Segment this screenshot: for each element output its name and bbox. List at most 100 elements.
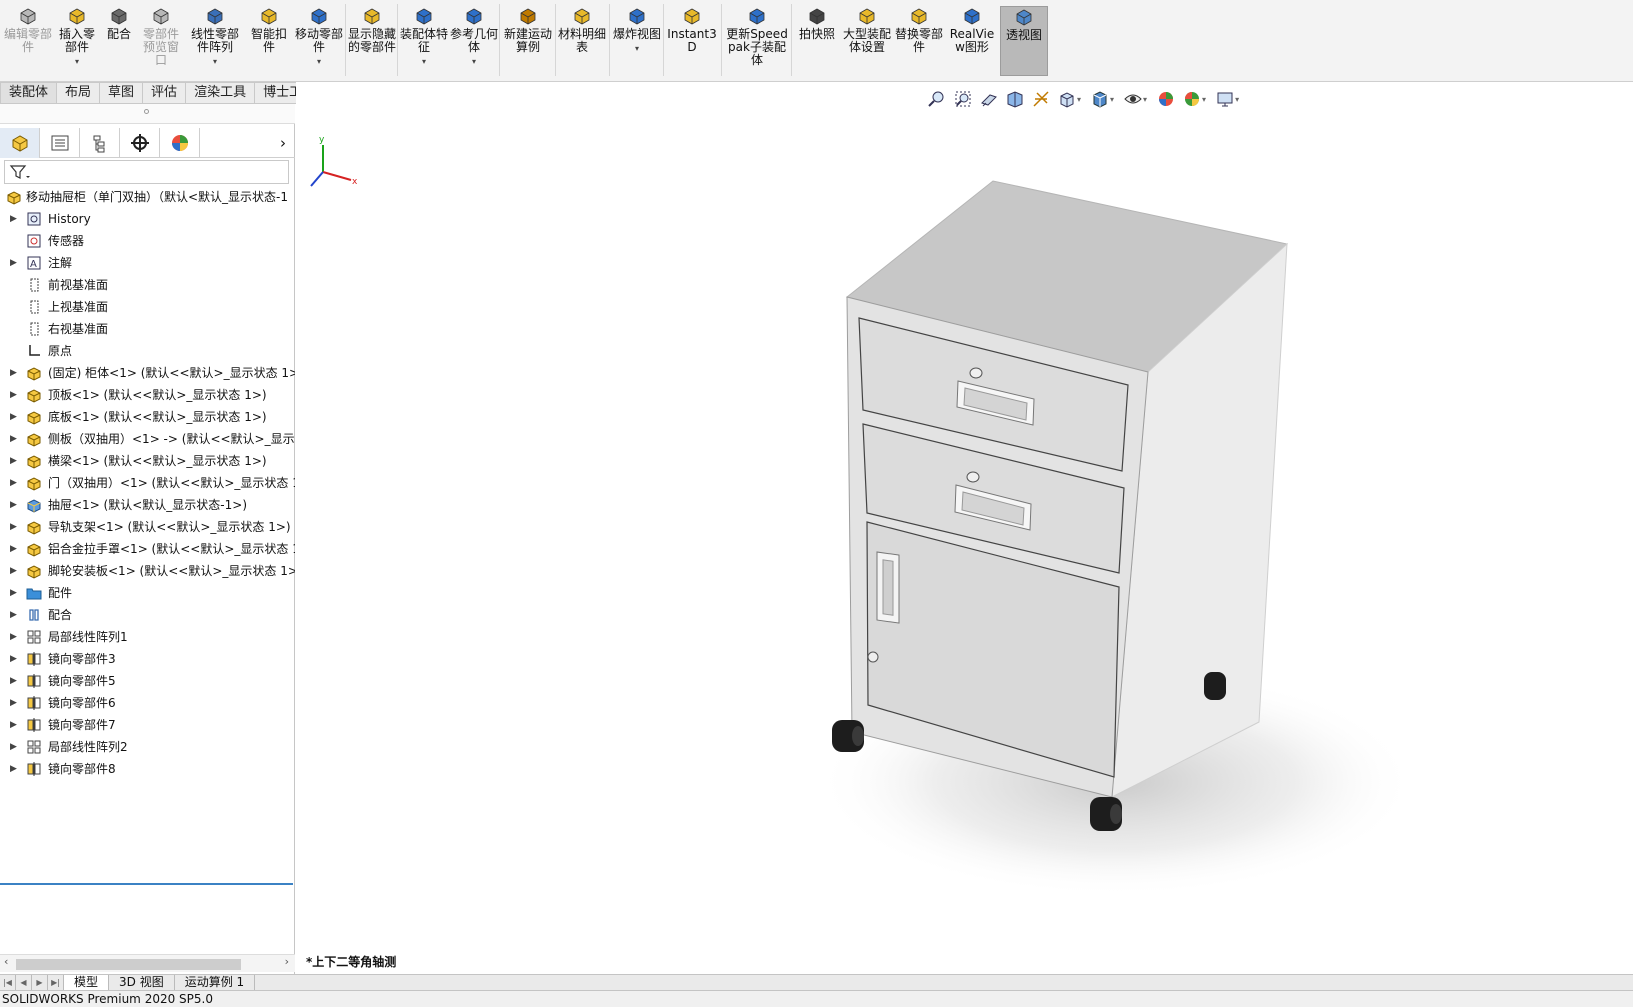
tree-item[interactable]: ▶ 顶板<1> (默认<<默认>_显示状态 1>) (0, 384, 295, 406)
tree-item[interactable]: ▶ (固定) 柜体<1> (默认<<默认>_显示状态 1>) (0, 362, 295, 384)
expand-arrow-icon[interactable]: ▶ (10, 714, 17, 736)
tree-item[interactable]: ▶ 镜向零部件8 (0, 758, 295, 780)
tree-item[interactable]: 右视基准面 (0, 318, 295, 340)
next-tab-icon[interactable]: ▶ (32, 975, 48, 990)
configuration-manager-tab[interactable] (80, 128, 120, 158)
dropdown-arrow-icon[interactable]: ▾ (75, 55, 79, 68)
horizontal-scrollbar[interactable]: ‹ › (0, 954, 295, 972)
tree-item[interactable]: ▶ 脚轮安装板<1> (默认<<默认>_显示状态 1>) (0, 560, 295, 582)
chevron-right-icon[interactable]: › (280, 134, 286, 152)
tree-item[interactable]: ▶ A 注解 (0, 252, 295, 274)
tree-item[interactable]: ▶ 底板<1> (默认<<默认>_显示状态 1>) (0, 406, 295, 428)
ribbon-button-snapshot[interactable]: 拍快照 (794, 6, 840, 76)
tree-item[interactable]: ▶ 抽屉<1> (默认<默认_显示状态-1>) (0, 494, 295, 516)
ribbon-button-update-speedpak[interactable]: 更新Speedpak子装配体 (724, 6, 790, 76)
tab-2[interactable]: 草图 (100, 82, 144, 104)
expand-arrow-icon[interactable]: ▶ (10, 208, 17, 230)
expand-arrow-icon[interactable]: ▶ (10, 406, 17, 428)
dropdown-arrow-icon[interactable]: ▾ (422, 55, 426, 68)
ribbon-button-instant3d[interactable]: Instant3D (664, 6, 720, 76)
ribbon-button-edit-component[interactable]: 编辑零部件 (4, 6, 52, 76)
tree-item[interactable]: 原点 (0, 340, 295, 362)
ribbon-button-perspective[interactable]: 透视图 (1000, 6, 1048, 76)
dimxpert-manager-tab[interactable] (120, 128, 160, 158)
tree-filter[interactable] (4, 160, 289, 184)
rollback-bar[interactable] (0, 883, 293, 885)
expand-arrow-icon[interactable]: ▶ (10, 604, 17, 626)
ribbon-button-show-hidden-components[interactable]: 显示隐藏的零部件 (348, 6, 396, 76)
expand-arrow-icon[interactable]: ▶ (10, 692, 17, 714)
scroll-left-arrow-icon[interactable]: ‹ (4, 955, 8, 968)
tree-root[interactable]: 移动抽屉柜（单门双抽）（默认<默认_显示状态-1 (0, 186, 295, 208)
previous-tab-icon[interactable]: ◀ (16, 975, 32, 990)
expand-arrow-icon[interactable]: ▶ (10, 428, 17, 450)
ribbon-button-exploded-view[interactable]: 爆炸视图 ▾ (612, 6, 662, 76)
expand-arrow-icon[interactable]: ▶ (10, 538, 17, 560)
expand-arrow-icon[interactable]: ▶ (10, 516, 17, 538)
expand-arrow-icon[interactable]: ▶ (10, 472, 17, 494)
tree-item[interactable]: ▶ 门（双抽用）<1> (默认<<默认>_显示状态 1>) (0, 472, 295, 494)
display-manager-tab[interactable] (160, 128, 200, 158)
ribbon-button-component-preview[interactable]: 零部件预览窗口 (138, 6, 184, 76)
tree-item[interactable]: ▶ 镜向零部件6 (0, 692, 295, 714)
tree-item[interactable]: ▶ 横梁<1> (默认<<默认>_显示状态 1>) (0, 450, 295, 472)
ribbon-button-reference-geometry[interactable]: 参考几何体 ▾ (450, 6, 498, 76)
ribbon-button-realview[interactable]: RealView图形 (946, 6, 998, 76)
tree-item[interactable]: ▶ 局部线性阵列1 (0, 626, 295, 648)
ribbon-button-assembly-features[interactable]: 装配体特征 ▾ (400, 6, 448, 76)
expand-arrow-icon[interactable]: ▶ (10, 362, 17, 384)
tab-model[interactable]: 模型 (64, 975, 110, 991)
tab-3d-view[interactable]: 3D 视图 (109, 975, 175, 991)
tree-item[interactable]: 传感器 (0, 230, 295, 252)
dropdown-arrow-icon[interactable]: ▾ (317, 55, 321, 68)
property-manager-tab[interactable] (40, 128, 80, 158)
dropdown-arrow-icon[interactable]: ▾ (635, 42, 639, 55)
expand-arrow-icon[interactable]: ▶ (10, 648, 17, 670)
dropdown-arrow-icon[interactable]: ▾ (472, 55, 476, 68)
tree-item[interactable]: ▶ History (0, 208, 295, 230)
ribbon-button-insert-components[interactable]: 插入零部件 ▾ (54, 6, 100, 76)
scroll-right-arrow-icon[interactable]: › (285, 955, 289, 968)
tree-item[interactable]: ▶ 镜向零部件3 (0, 648, 295, 670)
scrollbar-thumb[interactable] (16, 959, 241, 970)
ribbon-button-move-component[interactable]: 移动零部件 ▾ (294, 6, 344, 76)
graphics-area[interactable]: ▾ ▾ ▾ ▾ ▾ y x *上下二等角轴测 (296, 82, 1633, 974)
expand-arrow-icon[interactable]: ▶ (10, 670, 17, 692)
expand-arrow-icon[interactable]: ▶ (10, 450, 17, 472)
feature-manager-tab[interactable] (0, 128, 40, 158)
tab-0[interactable]: 装配体 (0, 82, 58, 104)
expand-arrow-icon[interactable]: ▶ (10, 494, 17, 516)
tree-item[interactable]: ▶ 配合 (0, 604, 295, 626)
dropdown-arrow-icon[interactable]: ▾ (213, 55, 217, 68)
ribbon-button-smart-fasteners[interactable]: 智能扣件 (246, 6, 292, 76)
tree-item[interactable]: ▶ 镜向零部件5 (0, 670, 295, 692)
ribbon-button-bill-of-materials[interactable]: 材料明细表 (556, 6, 608, 76)
tree-item[interactable]: ▶ 铝合金拉手罩<1> (默认<<默认>_显示状态 1>) (0, 538, 295, 560)
first-tab-icon[interactable]: |◀ (0, 975, 16, 990)
tree-item[interactable]: ▶ 镜向零部件7 (0, 714, 295, 736)
panel-grip[interactable] (0, 104, 295, 124)
tab-3[interactable]: 评估 (143, 82, 187, 104)
ribbon-button-new-motion-study[interactable]: 新建运动算例 (502, 6, 554, 76)
ribbon-button-large-assembly[interactable]: 大型装配体设置 (842, 6, 892, 76)
expand-arrow-icon[interactable]: ▶ (10, 384, 17, 406)
tree-item[interactable]: 上视基准面 (0, 296, 295, 318)
ribbon-button-mate[interactable]: 配合 (102, 6, 136, 76)
tab-4[interactable]: 渲染工具 (186, 82, 256, 104)
tree-item[interactable]: 前视基准面 (0, 274, 295, 296)
expand-arrow-icon[interactable]: ▶ (10, 582, 17, 604)
tree-item[interactable]: ▶ 侧板（双抽用）<1> -> (默认<<默认>_显示状态 1>) (0, 428, 295, 450)
expand-arrow-icon[interactable]: ▶ (10, 626, 17, 648)
expand-arrow-icon[interactable]: ▶ (10, 758, 17, 780)
expand-arrow-icon[interactable]: ▶ (10, 736, 17, 758)
last-tab-icon[interactable]: ▶| (48, 975, 64, 990)
tree-item[interactable]: ▶ 局部线性阵列2 (0, 736, 295, 758)
tab-1[interactable]: 布局 (57, 82, 101, 104)
tree-item[interactable]: ▶ 配件 (0, 582, 295, 604)
tab-motion-study[interactable]: 运动算例 1 (175, 975, 256, 991)
ribbon-button-replace-components[interactable]: 替换零部件 (894, 6, 944, 76)
expand-arrow-icon[interactable]: ▶ (10, 560, 17, 582)
cabinet-model[interactable]: y x (296, 82, 1633, 974)
tree-item[interactable]: ▶ 导轨支架<1> (默认<<默认>_显示状态 1>) (0, 516, 295, 538)
expand-arrow-icon[interactable]: ▶ (10, 252, 17, 274)
